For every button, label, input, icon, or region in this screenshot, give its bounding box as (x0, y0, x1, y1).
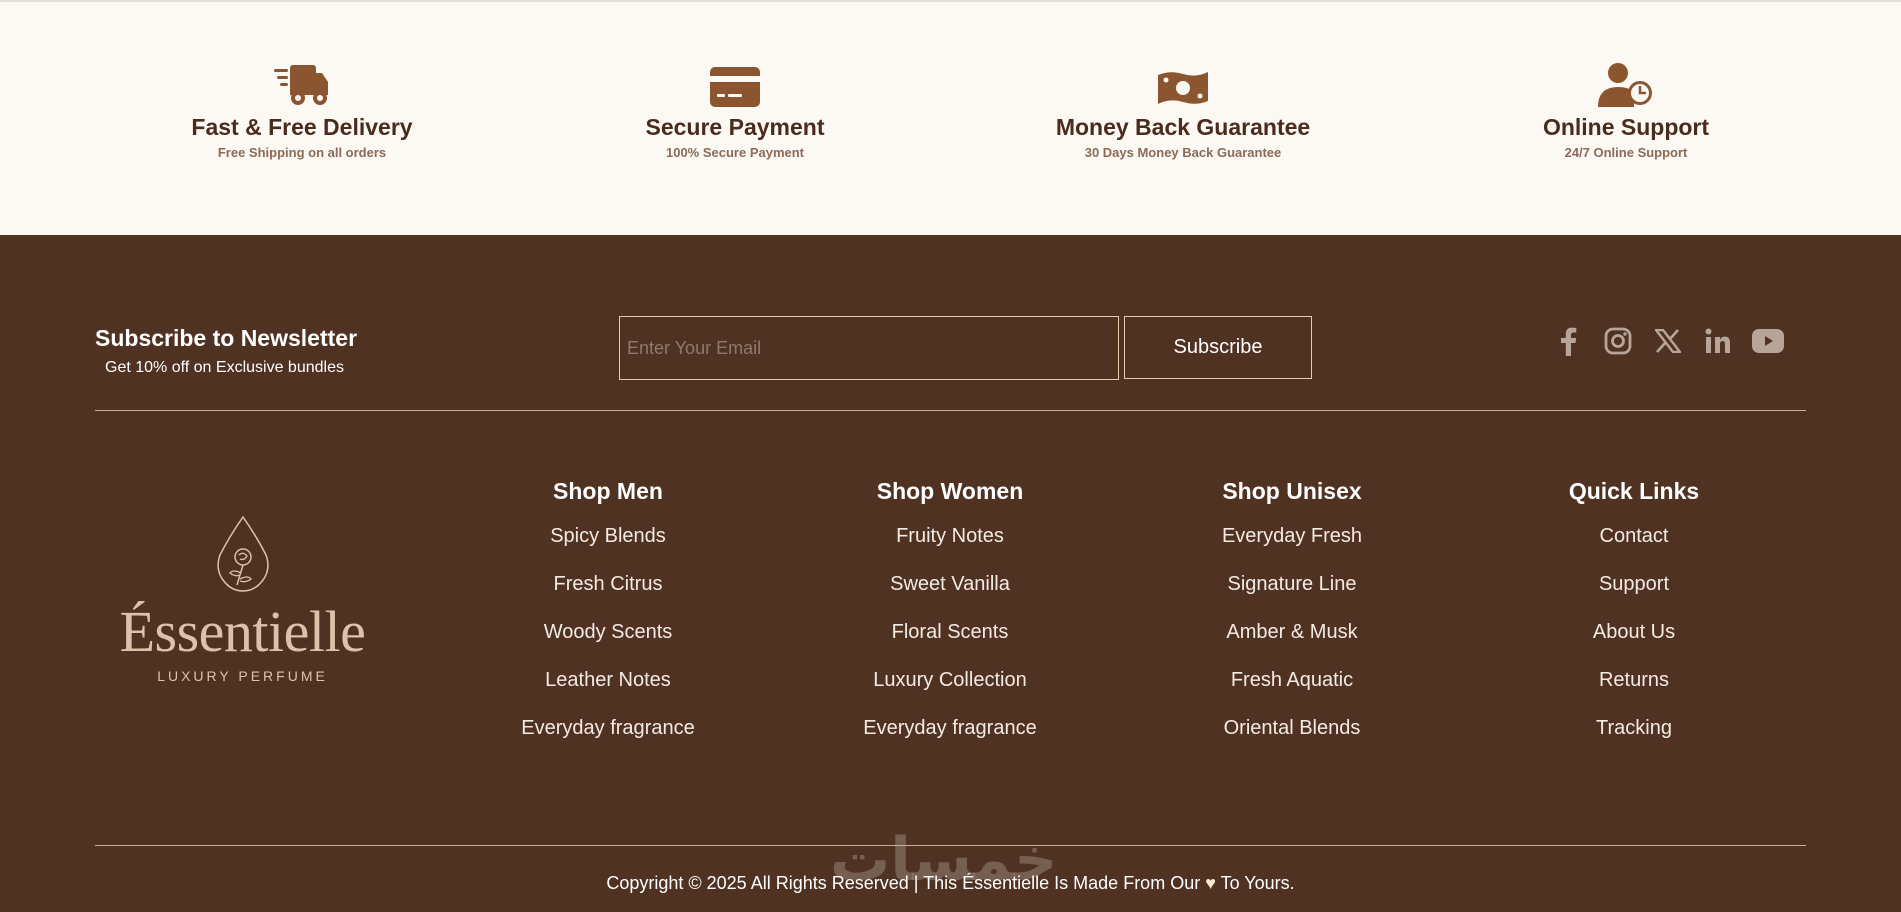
features-strip: Fast & Free Delivery Free Shipping on al… (0, 0, 1901, 235)
copyright-text: Copyright © 2025 All Rights Reserved | T… (0, 873, 1901, 894)
brand-tagline: LUXURY PERFUME (157, 668, 328, 684)
newsletter-title: Subscribe to Newsletter (95, 325, 358, 351)
facebook-icon[interactable] (1552, 325, 1584, 357)
column-title: Shop Women (876, 478, 1024, 504)
youtube-icon[interactable] (1752, 325, 1784, 357)
feature-title: Online Support (1542, 114, 1710, 140)
newsletter-subtitle: Get 10% off on Exclusive bundles (105, 359, 344, 376)
money-icon (1003, 57, 1363, 107)
feature-title: Fast & Free Delivery (191, 114, 413, 140)
footer-link[interactable]: Sweet Vanilla (820, 572, 1080, 596)
footer-link[interactable]: Everyday fragrance (820, 716, 1080, 740)
column-title: Shop Men (553, 478, 663, 504)
social-links (1552, 325, 1784, 357)
footer-column-shop-men: Shop Men Spicy Blends Fresh Citrus Woody… (478, 477, 738, 764)
footer-link[interactable]: Fruity Notes (820, 524, 1080, 548)
feature-support: Online Support 24/7 Online Support (1446, 57, 1806, 161)
truck-icon (122, 57, 482, 107)
footer-link[interactable]: Leather Notes (478, 668, 738, 692)
brand-logo[interactable]: Éssentielle LUXURY PERFUME (110, 515, 375, 684)
feature-subtitle: 100% Secure Payment (665, 145, 805, 160)
feature-title: Secure Payment (645, 114, 825, 140)
divider (95, 845, 1806, 846)
footer-link-support[interactable]: Support (1504, 572, 1764, 596)
x-twitter-icon[interactable] (1652, 325, 1684, 357)
column-title: Quick Links (1568, 478, 1700, 504)
feature-title: Money Back Guarantee (1055, 114, 1311, 140)
footer-column-quick-links: Quick Links Contact Support About Us Ret… (1504, 477, 1764, 764)
site-footer: Subscribe to Newsletter Get 10% off on E… (0, 235, 1901, 912)
footer-column-shop-unisex: Shop Unisex Everyday Fresh Signature Lin… (1162, 477, 1422, 764)
footer-link-about[interactable]: About Us (1504, 620, 1764, 644)
footer-column-shop-women: Shop Women Fruity Notes Sweet Vanilla Fl… (820, 477, 1080, 764)
copyright-before: Copyright © 2025 All Rights Reserved | T… (606, 873, 1201, 893)
footer-link[interactable]: Spicy Blends (478, 524, 738, 548)
copyright-after: To Yours. (1220, 873, 1295, 893)
feature-money-back: Money Back Guarantee 30 Days Money Back … (1003, 57, 1363, 161)
feature-subtitle: 24/7 Online Support (1564, 145, 1688, 160)
brand-name: Éssentielle (119, 599, 366, 664)
footer-link[interactable]: Everyday Fresh (1162, 524, 1422, 548)
heart-icon: ♥ (1205, 873, 1216, 893)
perfume-drop-rose-icon (216, 515, 269, 592)
subscribe-button[interactable]: Subscribe (1124, 316, 1312, 379)
footer-link-contact[interactable]: Contact (1504, 524, 1764, 548)
column-title: Shop Unisex (1222, 478, 1362, 504)
linkedin-icon[interactable] (1702, 325, 1734, 357)
footer-link-returns[interactable]: Returns (1504, 668, 1764, 692)
instagram-icon[interactable] (1602, 325, 1634, 357)
divider (95, 410, 1806, 411)
footer-link[interactable]: Signature Line (1162, 572, 1422, 596)
footer-link[interactable]: Fresh Aquatic (1162, 668, 1422, 692)
credit-card-icon (555, 57, 915, 107)
footer-link[interactable]: Everyday fragrance (478, 716, 738, 740)
footer-link[interactable]: Fresh Citrus (478, 572, 738, 596)
feature-subtitle: Free Shipping on all orders (217, 145, 387, 160)
footer-link[interactable]: Oriental Blends (1162, 716, 1422, 740)
footer-link[interactable]: Woody Scents (478, 620, 738, 644)
email-input[interactable] (619, 316, 1119, 380)
footer-link[interactable]: Amber & Musk (1162, 620, 1422, 644)
footer-link[interactable]: Luxury Collection (820, 668, 1080, 692)
feature-payment: Secure Payment 100% Secure Payment (555, 57, 915, 161)
footer-link[interactable]: Floral Scents (820, 620, 1080, 644)
feature-subtitle: 30 Days Money Back Guarantee (1084, 145, 1282, 160)
feature-delivery: Fast & Free Delivery Free Shipping on al… (122, 57, 482, 161)
footer-link-tracking[interactable]: Tracking (1504, 716, 1764, 740)
support-user-icon (1446, 57, 1806, 107)
